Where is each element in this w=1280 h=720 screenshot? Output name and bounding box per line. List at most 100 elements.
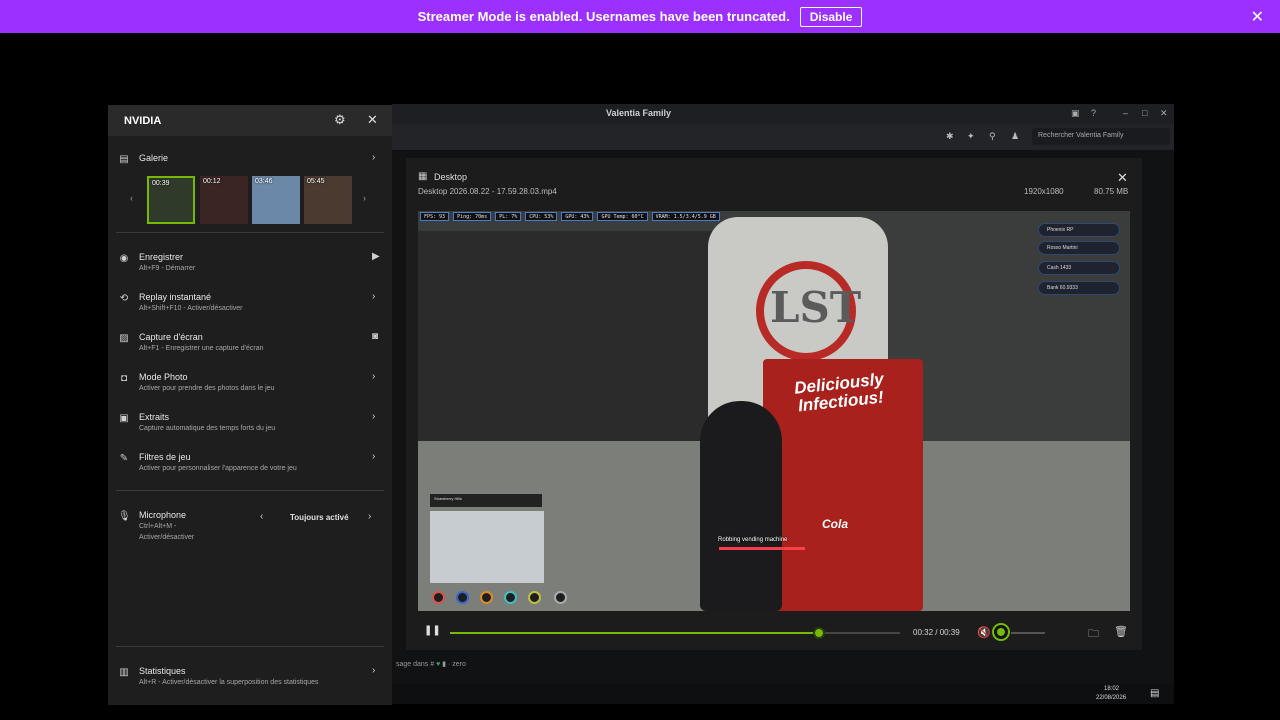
close-icon[interactable]: ✕ <box>1251 7 1264 27</box>
instant-replay-shortcut: Alt+Shift+F10 - Activer/désactiver <box>139 305 243 312</box>
thumbnail-duration: 00:39 <box>152 180 170 187</box>
video-filename: Desktop 2026.08.22 - 17.59.28.03.mp4 <box>418 187 557 196</box>
divider <box>116 232 384 233</box>
camera-icon[interactable]: ◙ <box>372 331 378 342</box>
stat-ping: Ping: 70ms <box>453 212 492 221</box>
threads-icon[interactable]: ✱ <box>946 131 956 141</box>
highlights-description: Capture automatique des temps forts du j… <box>139 425 276 432</box>
gallery-thumbnail[interactable]: 00:12 <box>200 176 248 224</box>
trash-icon[interactable]: 🗑 <box>1114 625 1128 638</box>
notification-center-icon[interactable]: ▤ <box>1150 688 1159 699</box>
members-icon[interactable]: ♟ <box>1011 131 1021 141</box>
microphone-label: Microphone <box>139 510 187 520</box>
gear-icon[interactable]: ⚙ <box>334 112 346 128</box>
minimize-icon[interactable]: – <box>1123 108 1128 118</box>
gallery-next-icon[interactable]: › <box>363 193 366 203</box>
record-label: Enregistrer <box>139 252 184 262</box>
taskbar-time: 18:02 <box>1104 686 1120 692</box>
armor-icon <box>456 591 469 604</box>
disable-streamer-mode-button[interactable]: Disable <box>799 6 863 27</box>
divider <box>116 490 384 491</box>
gallery-thumbnail[interactable]: 03:46 <box>252 176 300 224</box>
search-input[interactable]: Rechercher Valentia Family <box>1032 128 1170 145</box>
seek-handle[interactable] <box>813 627 825 639</box>
volume-slider[interactable] <box>1011 632 1045 634</box>
streamer-mode-banner: Streamer Mode is enabled. Usernames have… <box>0 0 1280 33</box>
notification-icon[interactable]: ✦ <box>967 131 977 141</box>
thirst-icon <box>504 591 517 604</box>
screenshot-row[interactable]: ▨ Capture d'écran Alt+F1 - Enregistrer u… <box>116 330 384 366</box>
discord-titlebar <box>392 104 1174 124</box>
game-filters-row[interactable]: ✎ Filtres de jeu Activer pour personnali… <box>116 450 384 486</box>
station-logo-text: LST <box>770 283 862 332</box>
close-icon[interactable]: ✕ <box>1117 170 1128 186</box>
vending-machine-brand: Cola <box>822 517 849 531</box>
chevron-right-icon: › <box>372 665 376 676</box>
play-icon: ▶ <box>372 251 380 262</box>
seek-bar-played <box>450 632 819 634</box>
statistics-icon: ▥ <box>119 667 129 678</box>
banner-message: Streamer Mode is enabled. Usernames have… <box>417 9 790 24</box>
divider <box>116 646 384 647</box>
location-label: Strawberry Hills <box>430 494 542 507</box>
window-close-icon[interactable]: ✕ <box>1160 108 1168 119</box>
gallery-prev-icon[interactable]: ‹ <box>130 193 133 203</box>
stat-cpu: CPU: 53% <box>525 212 558 221</box>
maximize-icon[interactable]: □ <box>1142 108 1147 118</box>
statistics-shortcut: Alt+R - Activer/désactiver la superposit… <box>139 679 319 686</box>
microphone-mode-value: Toujours activé <box>290 513 349 522</box>
hud-cash: Cash 1433 <box>1038 261 1120 275</box>
mute-icon[interactable]: 🔇 <box>977 626 991 639</box>
video-frame[interactable]: LST Deliciously Infectious! Cola FPS: 93… <box>418 211 1130 611</box>
chevron-right-icon[interactable]: › <box>368 511 371 522</box>
hud-bank: Bank 60.9333 <box>1038 281 1120 295</box>
video-source: Desktop <box>434 172 468 182</box>
highlights-row[interactable]: ▣ Extraits Capture automatique des temps… <box>116 410 384 446</box>
chevron-left-icon[interactable]: ‹ <box>260 511 263 522</box>
pause-icon[interactable]: ❚❚ <box>424 625 441 636</box>
thumbnail-duration: 03:46 <box>255 178 273 185</box>
gallery-label: Galerie <box>139 153 169 163</box>
instant-replay-row[interactable]: ⟲ Replay instantané Alt+Shift+F10 - Acti… <box>116 290 384 326</box>
chevron-right-icon: › <box>372 152 376 163</box>
gallery-thumbnail[interactable]: 05:45 <box>304 176 352 224</box>
minimap <box>430 511 544 583</box>
thumbnail-duration: 00:12 <box>203 178 221 185</box>
screenshot-icon: ▨ <box>119 333 129 344</box>
statistics-row[interactable]: ▥ Statistiques Alt+R - Activer/désactive… <box>116 664 384 700</box>
pin-icon[interactable]: ⚲ <box>989 131 999 141</box>
volume-handle[interactable] <box>992 623 1010 641</box>
gallery-thumbnail[interactable]: 00:39 <box>147 176 195 224</box>
clips-icon: ▣ <box>119 413 129 424</box>
hud-job: Rosso Martini <box>1038 241 1120 255</box>
hunger-icon <box>480 591 493 604</box>
camera-icon: ◘ <box>120 373 128 384</box>
close-icon[interactable]: ✕ <box>367 112 378 128</box>
filter-icon: ✎ <box>119 453 129 464</box>
action-progress <box>719 547 805 550</box>
photo-mode-row[interactable]: ◘ Mode Photo Activer pour prendre des ph… <box>116 370 384 406</box>
stamina-icon <box>528 591 541 604</box>
seek-bar[interactable] <box>450 632 900 634</box>
stat-fps: FPS: 93 <box>420 212 450 221</box>
nvidia-header: NVIDIA ⚙ ✕ <box>108 105 392 136</box>
chevron-right-icon: › <box>372 371 376 382</box>
screenshot-shortcut: Alt+F1 - Enregistrer une capture d'écran <box>139 345 264 352</box>
chevron-right-icon: › <box>372 291 376 302</box>
chevron-right-icon: › <box>372 411 376 422</box>
stat-gpu-temp: GPU Temp: 60°C <box>597 212 648 221</box>
nvidia-overlay-panel: NVIDIA ⚙ ✕ ▤ Galerie › ‹ 00:39 00:12 03:… <box>108 105 392 705</box>
microphone-icon: 🎙 <box>118 511 131 522</box>
health-icon <box>432 591 445 604</box>
inbox-icon[interactable]: ▣ <box>1071 108 1080 119</box>
instant-replay-label: Replay instantané <box>139 292 212 302</box>
folder-icon[interactable]: 🗀 <box>1088 625 1099 644</box>
nvidia-title: NVIDIA <box>124 115 162 127</box>
record-row[interactable]: ◉ Enregistrer Alt+F9 - Démarrer ▶ <box>116 250 384 286</box>
record-shortcut: Alt+F9 - Démarrer <box>139 265 196 272</box>
windows-taskbar: 18:02 22/08/2026 ▤ <box>392 684 1174 704</box>
photo-mode-description: Activer pour prendre des photos dans le … <box>139 385 275 392</box>
highlights-label: Extraits <box>139 412 170 422</box>
screenshot-label: Capture d'écran <box>139 332 203 342</box>
help-icon[interactable]: ? <box>1091 108 1096 118</box>
